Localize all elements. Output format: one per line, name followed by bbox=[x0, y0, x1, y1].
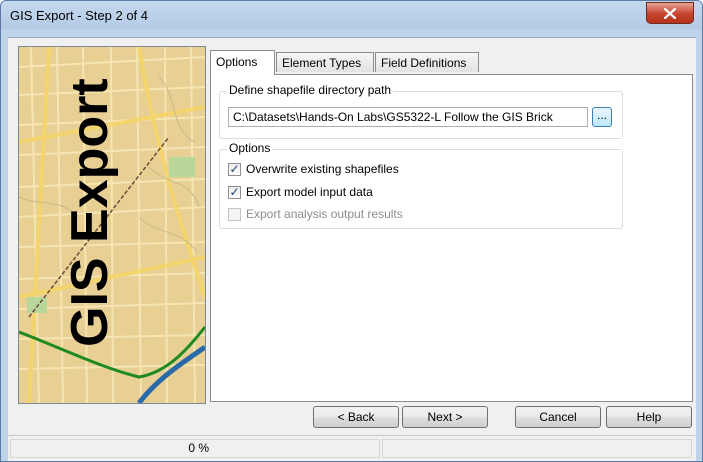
overwrite-shapefiles-option[interactable]: ✓ Overwrite existing shapefiles bbox=[228, 161, 399, 177]
close-button[interactable] bbox=[646, 2, 694, 24]
back-button[interactable]: < Back bbox=[313, 406, 399, 428]
tab-element-types-label: Element Types bbox=[282, 56, 362, 70]
dialog-window: GIS Export - Step 2 of 4 GIS Export Opti… bbox=[0, 0, 703, 462]
title-bar[interactable]: GIS Export - Step 2 of 4 bbox=[1, 1, 702, 29]
close-icon bbox=[664, 7, 676, 19]
help-button[interactable]: Help bbox=[606, 406, 692, 428]
overwrite-shapefiles-label: Overwrite existing shapefiles bbox=[246, 162, 399, 176]
progress-status: 0 % bbox=[10, 439, 380, 458]
shapefile-path-input[interactable]: C:\Datasets\Hands-On Labs\GS5322-L Follo… bbox=[228, 107, 588, 127]
dialog-client-area: GIS Export Options Element Types Field D… bbox=[8, 37, 696, 461]
export-input-data-checkbox[interactable]: ✓ bbox=[228, 185, 241, 199]
browse-button[interactable]: ... bbox=[592, 107, 612, 127]
tab-options-label: Options bbox=[216, 55, 258, 69]
status-bar: 0 % bbox=[8, 435, 696, 461]
export-analysis-results-label: Export analysis output results bbox=[246, 207, 403, 221]
banner-text: GIS Export bbox=[61, 78, 119, 347]
gis-export-banner: GIS Export bbox=[18, 46, 206, 404]
tab-options[interactable]: Options bbox=[210, 50, 275, 75]
export-analysis-results-checkbox[interactable] bbox=[228, 207, 241, 221]
export-input-data-option[interactable]: ✓ Export model input data bbox=[228, 184, 373, 200]
city-map-image: GIS Export bbox=[19, 47, 205, 403]
next-button[interactable]: Next > bbox=[402, 406, 488, 428]
shapefile-path-legend: Define shapefile directory path bbox=[227, 83, 394, 97]
status-panel-empty bbox=[382, 439, 692, 458]
tab-field-definitions[interactable]: Field Definitions bbox=[375, 52, 479, 72]
tab-element-types[interactable]: Element Types bbox=[276, 52, 374, 72]
options-tab-panel: Define shapefile directory path C:\Datas… bbox=[210, 74, 693, 402]
window-title: GIS Export - Step 2 of 4 bbox=[10, 8, 149, 23]
export-analysis-results-option[interactable]: Export analysis output results bbox=[228, 206, 403, 222]
options-legend: Options bbox=[227, 141, 273, 155]
export-input-data-label: Export model input data bbox=[246, 185, 373, 199]
overwrite-shapefiles-checkbox[interactable]: ✓ bbox=[228, 162, 241, 176]
shapefile-path-group: Define shapefile directory path C:\Datas… bbox=[219, 83, 623, 139]
cancel-button[interactable]: Cancel bbox=[515, 406, 601, 428]
options-group: Options ✓ Overwrite existing shapefiles … bbox=[219, 141, 623, 229]
tab-field-definitions-label: Field Definitions bbox=[381, 56, 467, 70]
